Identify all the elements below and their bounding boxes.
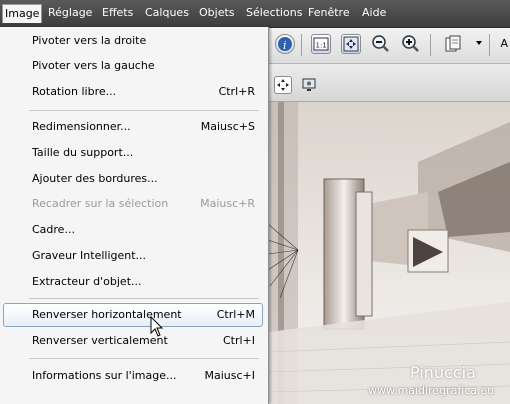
menu-item-label: Pivoter vers la droite bbox=[32, 34, 147, 47]
menu-item-label: Redimensionner... bbox=[32, 120, 131, 133]
info-icon[interactable]: i bbox=[275, 34, 295, 54]
menu-item-shortcut: Ctrl+R bbox=[218, 85, 255, 98]
toolbar-cut-label: A bbox=[500, 37, 508, 50]
menu-divider bbox=[29, 298, 259, 299]
menu-item-label: Informations sur l'image... bbox=[32, 369, 177, 382]
menu-item-shortcut: Maiusc+R bbox=[200, 197, 255, 210]
menu-item-label: Pivoter vers la gauche bbox=[32, 59, 155, 72]
menu-aide[interactable]: Aide bbox=[360, 5, 388, 21]
zoom-out-icon[interactable] bbox=[371, 34, 391, 54]
menu-item-object-extractor[interactable]: Extracteur d'objet... bbox=[3, 270, 263, 294]
menu-item-canvas-size[interactable]: Taille du support... bbox=[3, 141, 263, 165]
menu-item-flip-horizontal[interactable]: Renverser horizontalement Ctrl+M bbox=[3, 303, 263, 327]
menu-divider bbox=[29, 110, 259, 111]
menu-item-shortcut: Ctrl+M bbox=[216, 308, 255, 321]
menu-objets[interactable]: Objets bbox=[197, 5, 237, 21]
menu-item-label: Taille du support... bbox=[32, 146, 134, 159]
abstract-artwork bbox=[268, 102, 510, 404]
image-canvas[interactable] bbox=[268, 102, 510, 404]
actual-size-icon[interactable]: 1:1 bbox=[311, 34, 331, 54]
menu-item-crop-to-selection: Recadrer sur la sélection Maiusc+R bbox=[3, 192, 263, 216]
move-icon[interactable] bbox=[274, 76, 292, 94]
watermark-site: www.maidiregrafica.eu bbox=[368, 384, 495, 397]
menu-item-shortcut: Maiusc+I bbox=[204, 369, 256, 382]
watermark-name: Pinuccia bbox=[410, 363, 476, 382]
menu-item-flip-vertical[interactable]: Renverser verticalement Ctrl+I bbox=[3, 329, 263, 353]
zoom-in-icon[interactable] bbox=[401, 34, 421, 54]
menu-item-label: Ajouter des bordures... bbox=[32, 172, 158, 185]
clipboard-icon[interactable] bbox=[443, 34, 463, 54]
menu-image[interactable]: Image bbox=[2, 4, 43, 23]
menu-fenetre[interactable]: Fenêtre bbox=[306, 5, 352, 21]
menu-selections[interactable]: Sélections bbox=[244, 5, 304, 21]
menu-item-label: Extracteur d'objet... bbox=[32, 275, 142, 288]
menu-item-rotate-left[interactable]: Pivoter vers la gauche bbox=[3, 54, 263, 78]
menu-item-label: Rotation libre... bbox=[32, 85, 117, 98]
menu-item-rotate-right[interactable]: Pivoter vers la droite bbox=[3, 29, 263, 53]
menu-effets[interactable]: Effets bbox=[100, 5, 135, 21]
chevron-down-icon[interactable] bbox=[476, 41, 482, 45]
menu-reglage[interactable]: Réglage bbox=[46, 5, 94, 21]
menu-item-free-rotate[interactable]: Rotation libre... Ctrl+R bbox=[3, 80, 263, 104]
menu-item-shortcut: Ctrl+I bbox=[222, 334, 255, 347]
menu-item-resize[interactable]: Redimensionner... Maiusc+S bbox=[3, 115, 263, 139]
menu-item-smart-carver[interactable]: Graveur Intelligent... bbox=[3, 244, 263, 268]
menu-item-label: Renverser verticalement bbox=[32, 334, 168, 347]
menu-item-label: Recadrer sur la sélection bbox=[32, 197, 169, 210]
mouse-cursor-icon bbox=[150, 316, 164, 337]
menu-item-image-info[interactable]: Informations sur l'image... Maiusc+I bbox=[3, 364, 263, 388]
fit-window-icon[interactable] bbox=[341, 34, 361, 54]
menu-item-shortcut: Maiusc+S bbox=[200, 120, 255, 133]
menu-item-label: Graveur Intelligent... bbox=[32, 249, 147, 262]
screenshot-icon[interactable] bbox=[300, 76, 318, 94]
menu-item-frame[interactable]: Cadre... bbox=[3, 218, 263, 242]
image-menu-dropdown: Pivoter vers la droite Pivoter vers la g… bbox=[0, 27, 269, 404]
menu-item-add-borders[interactable]: Ajouter des bordures... bbox=[3, 167, 263, 191]
svg-text:1:1: 1:1 bbox=[316, 42, 327, 50]
menu-bar: Image Réglage Effets Calques Objets Séle… bbox=[0, 0, 510, 28]
menu-divider bbox=[29, 358, 259, 359]
menu-item-label: Cadre... bbox=[32, 223, 75, 236]
menu-calques[interactable]: Calques bbox=[143, 5, 191, 21]
svg-text:i: i bbox=[283, 39, 287, 52]
